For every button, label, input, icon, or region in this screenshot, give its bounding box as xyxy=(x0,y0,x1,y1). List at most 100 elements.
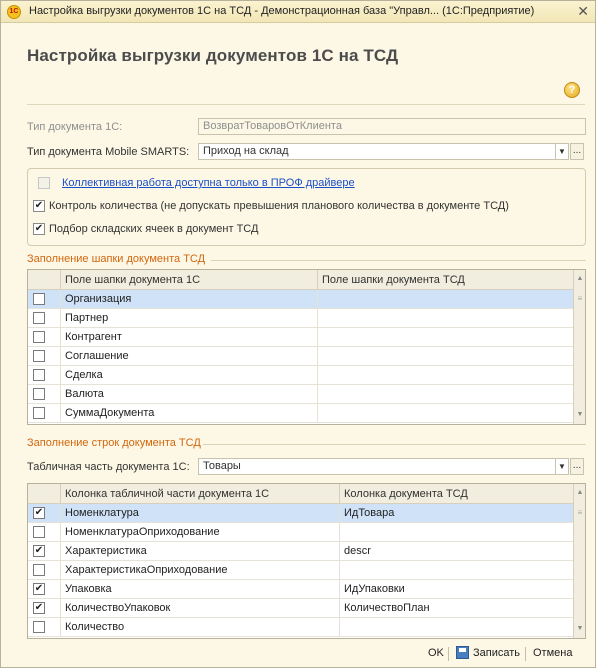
table-row[interactable]: Партнер xyxy=(28,309,573,328)
checkbox-cell xyxy=(28,328,61,347)
checkbox-cell xyxy=(28,404,61,423)
field-tsd-cell[interactable] xyxy=(318,347,573,366)
1c-logo-icon[interactable]: 1С xyxy=(7,5,21,19)
checkbox-column-header xyxy=(28,484,61,504)
lines-columns-table[interactable]: Колонка табличной части документа 1С Кол… xyxy=(27,483,586,639)
checkbox-cell xyxy=(28,523,61,542)
checkbox-cell xyxy=(28,366,61,385)
table-row[interactable]: Организация xyxy=(28,290,573,309)
table-part-select[interactable]: Товары xyxy=(198,458,556,475)
scroll-down-icon[interactable]: ▼ xyxy=(574,622,585,636)
checkbox-column-header xyxy=(28,270,61,290)
col-tsd-cell[interactable]: ИдУпаковки xyxy=(340,580,573,599)
cells-pick-label: Подбор складских ячеек в документ ТСД xyxy=(49,223,259,235)
column-header[interactable]: Колонка табличной части документа 1С xyxy=(61,484,340,504)
table-part-select-button[interactable]: ... xyxy=(570,458,584,475)
table-row[interactable]: Количество xyxy=(28,618,573,637)
window-title: Настройка выгрузки документов 1С на ТСД … xyxy=(29,5,535,17)
scroll-thumb[interactable]: ≡ xyxy=(576,508,584,522)
scroll-down-icon[interactable]: ▼ xyxy=(574,408,585,422)
cells-pick-checkbox[interactable]: ✔ xyxy=(33,223,45,235)
settings-window: 1С Настройка выгрузки документов 1С на Т… xyxy=(0,0,596,668)
vertical-scrollbar[interactable]: ▲ ≡ ▼ xyxy=(573,270,585,424)
field-1c-cell: Контрагент xyxy=(61,328,318,347)
table-row[interactable]: Валюта xyxy=(28,385,573,404)
table-header: Поле шапки документа 1С Поле шапки докум… xyxy=(28,270,573,290)
table-row[interactable]: ✔ Характеристика descr xyxy=(28,542,573,561)
col-1c-cell: НоменклатураОприходование xyxy=(61,523,340,542)
scroll-thumb[interactable]: ≡ xyxy=(576,294,584,308)
help-icon[interactable]: ? xyxy=(564,82,580,98)
header-section-title: Заполнение шапки документа ТСД xyxy=(27,253,206,265)
checkbox-cell xyxy=(28,580,61,599)
separator xyxy=(525,647,526,661)
col-tsd-cell[interactable] xyxy=(340,523,573,542)
checkbox-cell xyxy=(28,309,61,328)
cancel-button[interactable]: Отмена xyxy=(533,647,572,659)
doc-type-ms-label: Тип документа Mobile SMARTS: xyxy=(27,146,190,158)
doc-type-1c-label: Тип документа 1С: xyxy=(27,121,123,133)
table-part-dropdown-button[interactable]: ▼ xyxy=(555,458,569,475)
divider xyxy=(27,104,585,105)
checkbox-cell xyxy=(28,385,61,404)
field-tsd-cell[interactable] xyxy=(318,309,573,328)
checkbox-cell xyxy=(28,599,61,618)
field-tsd-cell[interactable] xyxy=(318,385,573,404)
col-tsd-cell[interactable]: КоличествоПлан xyxy=(340,599,573,618)
checkbox-cell xyxy=(28,618,61,637)
header-fields-table[interactable]: Поле шапки документа 1С Поле шапки докум… xyxy=(27,269,586,425)
column-header[interactable]: Поле шапки документа 1С xyxy=(61,270,318,290)
table-row[interactable]: ✔ Упаковка ИдУпаковки xyxy=(28,580,573,599)
qty-control-label: Контроль количества (не допускать превыш… xyxy=(49,200,509,212)
vertical-scrollbar[interactable]: ▲ ≡ ▼ xyxy=(573,484,585,638)
table-row[interactable]: ✔ КоличествоУпаковок КоличествоПлан xyxy=(28,599,573,618)
doc-type-1c-field: ВозвратТоваровОтКлиента xyxy=(198,118,586,135)
field-tsd-cell[interactable] xyxy=(318,366,573,385)
field-tsd-cell[interactable] xyxy=(318,404,573,423)
scroll-up-icon[interactable]: ▲ xyxy=(574,486,585,500)
col-tsd-cell[interactable]: descr xyxy=(340,542,573,561)
close-icon[interactable]: ✕ xyxy=(577,3,589,20)
col-1c-cell: Номенклатура xyxy=(61,504,340,523)
checkbox-cell xyxy=(28,561,61,580)
ok-button[interactable]: OK xyxy=(428,647,444,659)
column-header[interactable]: Поле шапки документа ТСД xyxy=(318,270,573,290)
doc-type-ms-select-button[interactable]: ... xyxy=(570,143,584,160)
field-1c-cell: Партнер xyxy=(61,309,318,328)
table-row[interactable]: ХарактеристикаОприходование xyxy=(28,561,573,580)
save-button[interactable]: Записать xyxy=(473,647,520,659)
table-part-label: Табличная часть документа 1С: xyxy=(27,461,190,473)
table-row[interactable]: ✔ Номенклатура ИдТовара xyxy=(28,504,573,523)
doc-type-ms-select[interactable]: Приход на склад xyxy=(198,143,556,160)
col-tsd-cell[interactable] xyxy=(340,561,573,580)
section-divider xyxy=(203,444,586,445)
field-tsd-cell[interactable] xyxy=(318,328,573,347)
col-tsd-cell[interactable]: ИдТовара xyxy=(340,504,573,523)
separator xyxy=(448,647,449,661)
table-row[interactable]: Соглашение xyxy=(28,347,573,366)
col-tsd-cell[interactable] xyxy=(340,618,573,637)
table-row[interactable]: Контрагент xyxy=(28,328,573,347)
lines-section-title: Заполнение строк документа ТСД xyxy=(27,437,201,449)
col-1c-cell: Упаковка xyxy=(61,580,340,599)
qty-control-checkbox[interactable]: ✔ xyxy=(33,200,45,212)
field-1c-cell: Сделка xyxy=(61,366,318,385)
page-title: Настройка выгрузки документов 1С на ТСД xyxy=(27,46,399,65)
title-bar: 1С Настройка выгрузки документов 1С на Т… xyxy=(1,1,595,23)
field-1c-cell: Валюта xyxy=(61,385,318,404)
table-row[interactable]: СуммаДокумента xyxy=(28,404,573,423)
field-tsd-cell[interactable] xyxy=(318,290,573,309)
table-header: Колонка табличной части документа 1С Кол… xyxy=(28,484,573,504)
table-row[interactable]: НоменклатураОприходование xyxy=(28,523,573,542)
col-1c-cell: Характеристика xyxy=(61,542,340,561)
field-1c-cell: СуммаДокумента xyxy=(61,404,318,423)
collective-work-link[interactable]: Коллективная работа доступна только в ПР… xyxy=(62,177,355,189)
field-1c-cell: Организация xyxy=(61,290,318,309)
col-1c-cell: Количество xyxy=(61,618,340,637)
column-header[interactable]: Колонка документа ТСД xyxy=(340,484,573,504)
checkbox-cell xyxy=(28,504,61,523)
table-row[interactable]: Сделка xyxy=(28,366,573,385)
col-1c-cell: КоличествоУпаковок xyxy=(61,599,340,618)
doc-type-ms-dropdown-button[interactable]: ▼ xyxy=(555,143,569,160)
scroll-up-icon[interactable]: ▲ xyxy=(574,272,585,286)
